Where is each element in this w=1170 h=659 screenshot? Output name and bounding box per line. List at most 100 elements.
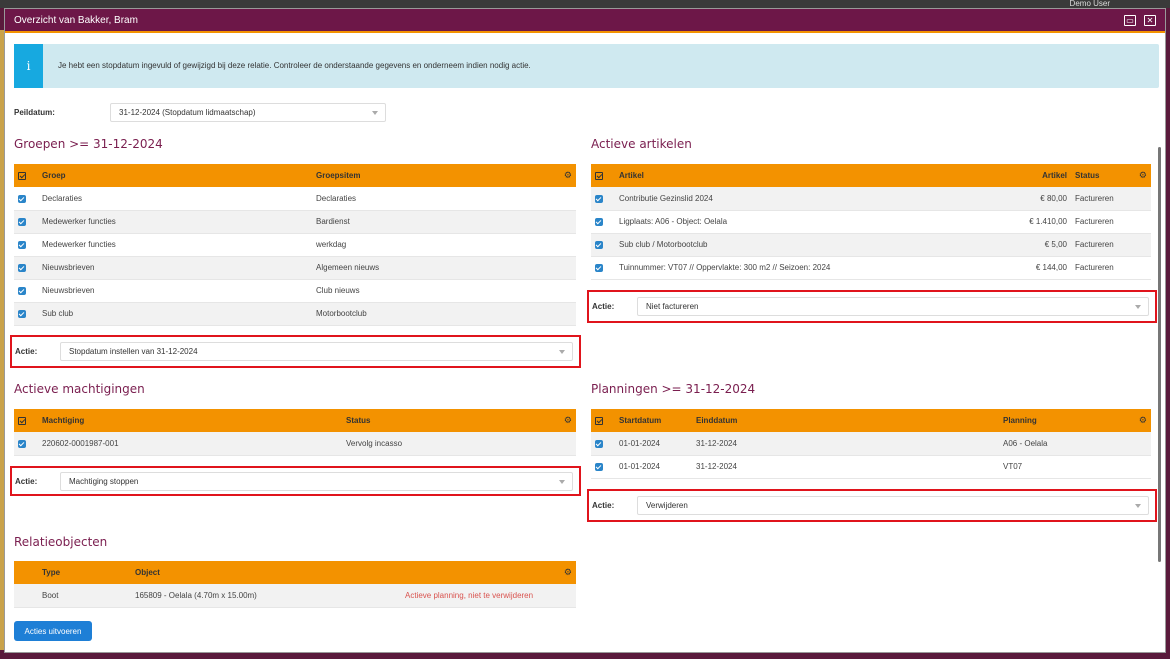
row-checkbox[interactable] — [591, 455, 615, 479]
cell: € 1.410,00 — [981, 210, 1071, 234]
cell: 01-01-2024 — [615, 432, 692, 456]
action-value: Verwijderen — [646, 501, 688, 510]
artikelen-action-row: Actie: Niet factureren — [587, 290, 1157, 323]
gear-icon[interactable]: ⚙ — [1131, 409, 1151, 432]
groepen-table: Groep Groepsitem ⚙ Declaraties Declaratie… — [14, 164, 576, 326]
planningen-action-row: Actie: Verwijderen — [587, 489, 1157, 522]
col-planning: Planning — [999, 409, 1131, 432]
action-label: Actie: — [592, 302, 615, 311]
table-row: 01-01-2024 31-12-2024 VT07 — [591, 455, 1151, 479]
row-checkbox[interactable] — [591, 233, 615, 257]
cell: Vervolg incasso — [342, 432, 576, 456]
row-checkbox[interactable] — [14, 432, 38, 456]
select-all-checkbox[interactable] — [591, 164, 615, 187]
cell: Boot — [38, 584, 131, 608]
close-icon[interactable]: ✕ — [1144, 14, 1156, 26]
cell: 01-01-2024 — [615, 455, 692, 479]
table-row: Nieuwsbrieven Club nieuws — [14, 279, 576, 303]
table-row: Sub club Motorbootclub — [14, 302, 576, 326]
checkbox-icon — [18, 416, 26, 425]
info-text: Je hebt een stopdatum ingevuld of gewijz… — [58, 61, 531, 70]
col-einddatum: Einddatum — [692, 409, 999, 432]
cell: Motorbootclub — [312, 302, 576, 326]
col-startdatum: Startdatum — [615, 409, 692, 432]
relatieobjecten-title: Relatieobjecten — [14, 535, 108, 549]
gear-icon[interactable]: ⚙ — [556, 561, 576, 584]
cell: € 144,00 — [981, 256, 1071, 280]
action-label: Actie: — [15, 476, 38, 486]
info-icon: i — [14, 44, 43, 88]
col-groep: Groep — [38, 164, 312, 187]
checkbox-icon — [595, 416, 603, 425]
chevron-down-icon — [1135, 305, 1141, 309]
groepen-title: Groepen >= 31-12-2024 — [14, 137, 163, 151]
cell: Factureren — [1071, 233, 1151, 257]
cell: Factureren — [1071, 256, 1151, 280]
cell: Medewerker functies — [38, 210, 312, 234]
cell: Ligplaats: A06 - Object: Oelala — [615, 210, 981, 234]
artikelen-title: Actieve artikelen — [591, 137, 692, 151]
table-row: Declaraties Declaraties — [14, 187, 576, 211]
cell: Tuinnummer: VT07 // Oppervlakte: 300 m2 … — [615, 256, 981, 280]
overview-modal: Overzicht van Bakker, Bram ▭ ✕ i Je hebt… — [4, 8, 1166, 653]
select-all-checkbox[interactable] — [14, 409, 38, 432]
gear-icon[interactable]: ⚙ — [556, 164, 576, 187]
action-label: Actie: — [592, 501, 615, 510]
peildatum-label: Peildatum: — [14, 108, 55, 117]
row-checkbox[interactable] — [591, 187, 615, 211]
chevron-down-icon — [559, 350, 565, 354]
gear-icon[interactable]: ⚙ — [556, 409, 576, 432]
cell: € 80,00 — [981, 187, 1071, 211]
peildatum-select[interactable]: 31-12-2024 (Stopdatum lidmaatschap) — [110, 103, 386, 122]
cell: Factureren — [1071, 210, 1151, 234]
chevron-down-icon — [559, 479, 565, 484]
row-checkbox[interactable] — [14, 302, 38, 326]
cell: Medewerker functies — [38, 233, 312, 257]
groepen-action-select[interactable]: Stopdatum instellen van 31-12-2024 — [60, 342, 573, 361]
machtigingen-table: Machtiging Status ⚙ 220602-0001987-001 Ve… — [14, 409, 576, 456]
row-checkbox[interactable] — [591, 432, 615, 456]
cell: Declaraties — [38, 187, 312, 211]
row-checkbox[interactable] — [591, 256, 615, 280]
table-row: Nieuwsbrieven Algemeen nieuws — [14, 256, 576, 280]
row-checkbox[interactable] — [591, 210, 615, 234]
planningen-action-select[interactable]: Verwijderen — [637, 496, 1149, 515]
cell: Nieuwsbrieven — [38, 256, 312, 280]
cell — [14, 584, 38, 608]
action-label: Actie: — [15, 347, 38, 356]
row-checkbox[interactable] — [14, 187, 38, 211]
peildatum-value: 31-12-2024 (Stopdatum lidmaatschap) — [119, 108, 256, 117]
background-user-name: Demo User — [1069, 0, 1110, 8]
col-groepsitem: Groepsitem — [312, 164, 556, 187]
cell: Sub club / Motorbootclub — [615, 233, 981, 257]
acties-uitvoeren-button[interactable]: Acties uitvoeren — [14, 621, 92, 641]
machtigingen-title: Actieve machtigingen — [14, 382, 145, 396]
cell: 165809 - Oelala (4.70m x 15.00m) — [131, 584, 401, 608]
select-all-checkbox[interactable] — [14, 164, 38, 187]
cell: Bardienst — [312, 210, 576, 234]
row-checkbox[interactable] — [14, 210, 38, 234]
col-machtiging: Machtiging — [38, 409, 342, 432]
gear-icon[interactable]: ⚙ — [1131, 164, 1151, 187]
maximize-icon[interactable]: ▭ — [1124, 14, 1136, 26]
select-all-checkbox[interactable] — [591, 409, 615, 432]
info-alert: i Je hebt een stopdatum ingevuld of gewi… — [14, 44, 1159, 88]
modal-titlebar: Overzicht van Bakker, Bram ▭ ✕ — [5, 9, 1165, 33]
col-artikel: Artikel — [615, 164, 981, 187]
table-row: Tuinnummer: VT07 // Oppervlakte: 300 m2 … — [591, 256, 1151, 280]
row-checkbox[interactable] — [14, 233, 38, 257]
cell: VT07 — [999, 455, 1151, 479]
col-artikel-amount: Artikel — [981, 164, 1071, 187]
background-app-bar — [0, 0, 1170, 8]
row-checkbox[interactable] — [14, 279, 38, 303]
machtigingen-action-select[interactable]: Machtiging stoppen — [60, 471, 573, 491]
scrollbar[interactable] — [1158, 147, 1161, 562]
action-value: Niet factureren — [646, 302, 699, 311]
artikelen-action-select[interactable]: Niet factureren — [637, 297, 1149, 316]
cell: A06 - Oelala — [999, 432, 1151, 456]
warning-text: Actieve planning, niet te verwijderen — [401, 584, 576, 608]
modal-title: Overzicht van Bakker, Bram — [14, 14, 138, 26]
cell: Factureren — [1071, 187, 1151, 211]
row-checkbox[interactable] — [14, 256, 38, 280]
relatieobjecten-table: Type Object ⚙ Boot 165809 - Oelala (4.70m… — [14, 561, 576, 608]
